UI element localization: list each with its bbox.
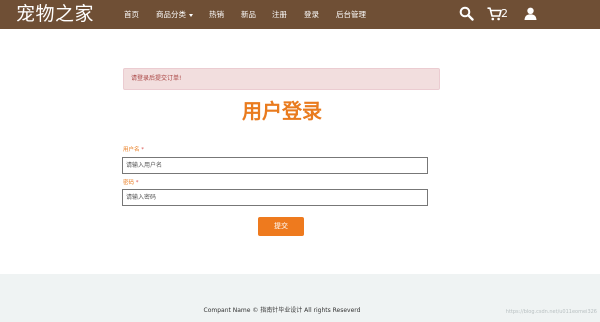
password-input[interactable]	[122, 189, 428, 206]
username-label-text: 用户名	[123, 147, 140, 153]
footer-copyright: Compant Name © 指南针毕业设计 All rights Reseve…	[203, 307, 361, 314]
watermark: https://blog.csdn.net/u011eomei326	[505, 309, 597, 315]
search-icon[interactable]	[459, 6, 474, 21]
nav-admin[interactable]: 后台管理	[336, 0, 366, 29]
page-title: 用户登录	[242, 99, 322, 123]
footer: Compant Name © 指南针毕业设计 All rights Reseve…	[0, 274, 600, 322]
caret-down-icon	[189, 13, 193, 17]
nav-categories-label: 商品分类	[156, 10, 186, 19]
nav-register[interactable]: 注册	[272, 0, 287, 29]
password-label-text: 密码	[123, 180, 135, 186]
username-input[interactable]	[122, 157, 428, 174]
username-label: 用户名 *	[123, 146, 144, 154]
nav-categories[interactable]: 商品分类	[156, 0, 193, 29]
submit-button[interactable]: 提交	[258, 217, 304, 236]
brand-logo[interactable]: 宠物之家	[16, 2, 94, 26]
nav-hot[interactable]: 热销	[209, 0, 224, 29]
required-mark: *	[141, 147, 145, 153]
password-label: 密码 *	[123, 179, 139, 187]
required-mark: *	[135, 180, 139, 186]
nav-login[interactable]: 登录	[304, 0, 319, 29]
login-required-alert: 请登录后提交订单!	[123, 68, 440, 90]
user-icon[interactable]	[524, 7, 537, 20]
cart-count[interactable]: 2	[501, 7, 508, 21]
navbar: 宠物之家 首页 商品分类 热销 新品 注册 登录 后台管理 2	[0, 0, 600, 29]
nav-home[interactable]: 首页	[124, 0, 139, 29]
nav-new[interactable]: 新品	[241, 0, 256, 29]
cart-icon[interactable]	[487, 7, 502, 21]
